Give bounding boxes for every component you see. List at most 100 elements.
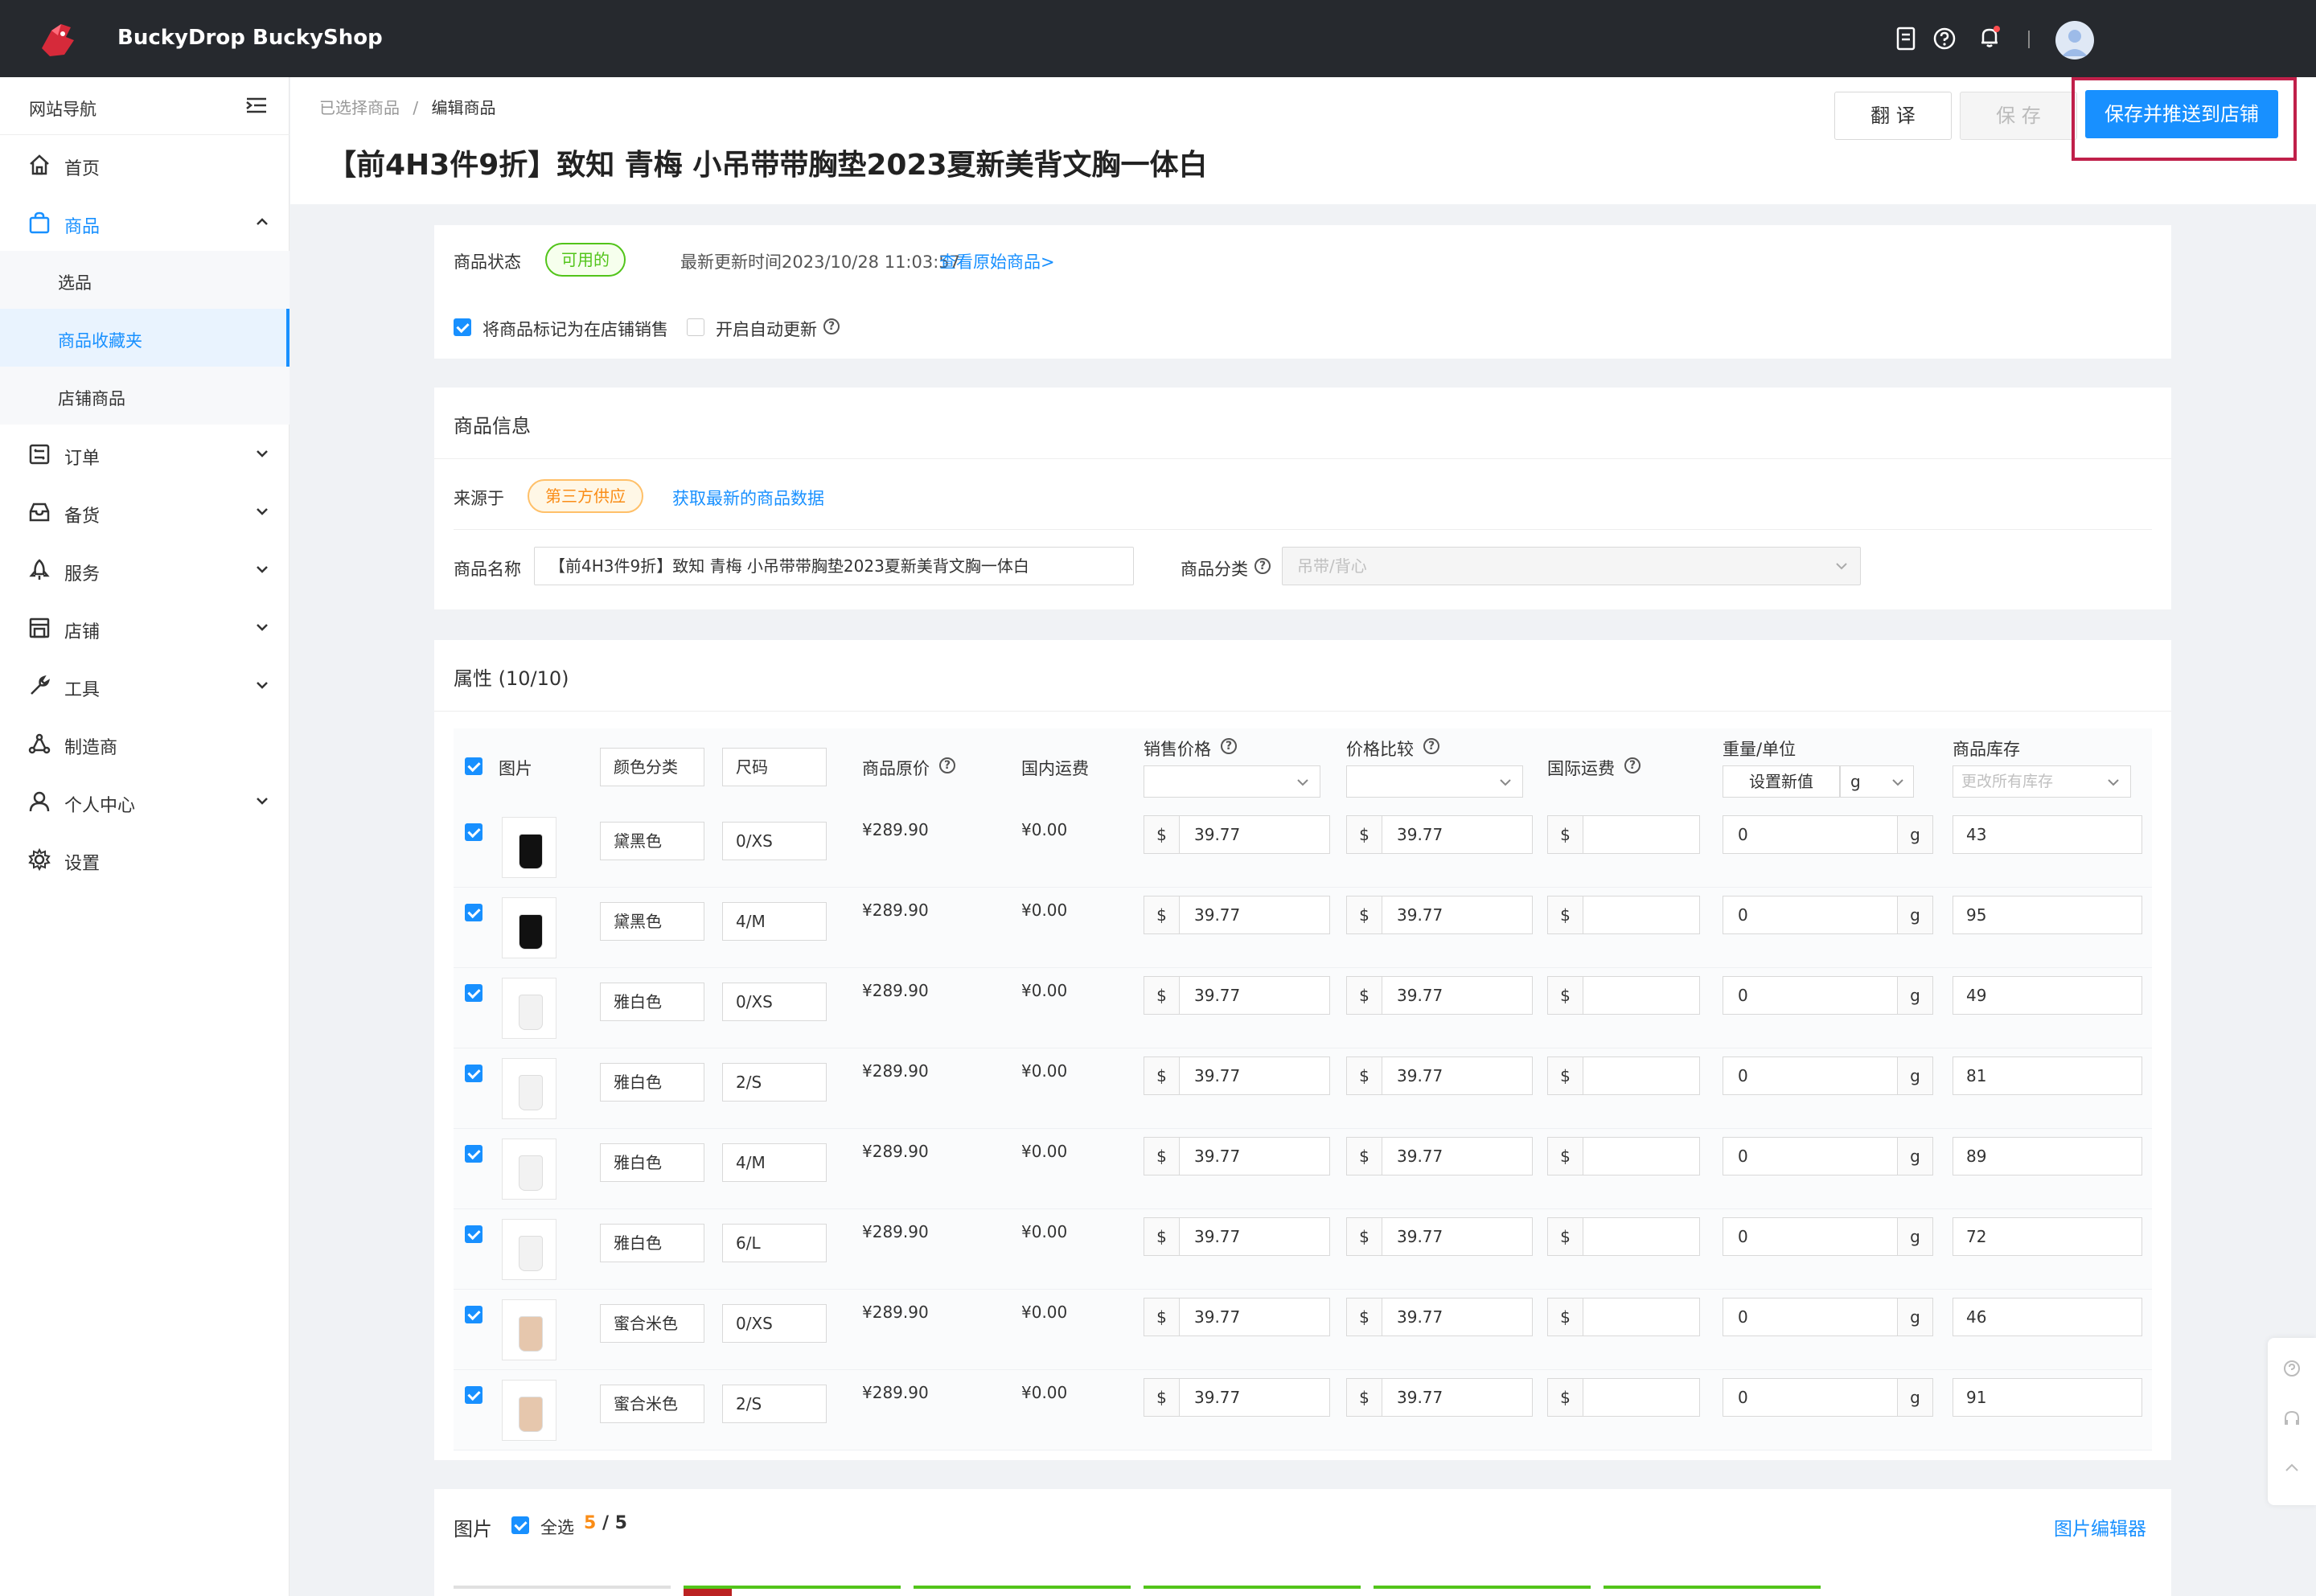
buckydrop-logo-icon[interactable] (34, 16, 82, 64)
row-checkbox[interactable] (465, 984, 482, 1002)
sale-price-input[interactable]: $39.77 (1144, 976, 1330, 1015)
save-button[interactable]: 保 存 (1960, 92, 2077, 140)
document-icon[interactable] (1891, 24, 1920, 53)
variant-thumbnail[interactable] (502, 817, 556, 878)
nav-buckydrop[interactable]: BuckyDrop (117, 26, 245, 50)
row-checkbox[interactable] (465, 1065, 482, 1082)
col-size-input[interactable]: 尺码 (722, 748, 827, 786)
sidebar-item-service[interactable]: 服务 (0, 540, 290, 598)
weight-input[interactable]: 0g (1723, 1217, 1933, 1256)
compare-price-bulk-select[interactable] (1346, 765, 1523, 798)
image-tile[interactable] (684, 1586, 901, 1596)
sale-price-input[interactable]: $39.77 (1144, 1378, 1330, 1417)
sidebar-item-manufacturer[interactable]: 制造商 (0, 714, 290, 772)
stock-input[interactable]: 81 (1953, 1056, 2142, 1095)
compare-price-input[interactable]: $39.77 (1346, 1298, 1533, 1336)
color-input[interactable]: 黛黑色 (600, 902, 704, 941)
help-circle-icon[interactable]: ? (1423, 738, 1439, 754)
compare-price-input[interactable]: $39.77 (1346, 815, 1533, 854)
color-input[interactable]: 蜜合米色 (600, 1304, 704, 1343)
weight-input[interactable]: 0g (1723, 1137, 1933, 1175)
compare-price-input[interactable]: $39.77 (1346, 1217, 1533, 1256)
image-tile[interactable] (1144, 1586, 1361, 1596)
col-color-input[interactable]: 颜色分类 (600, 748, 704, 786)
size-input[interactable]: 2/S (722, 1385, 827, 1423)
sidebar-item-products[interactable]: 商品 (0, 193, 290, 251)
headset-icon[interactable] (2282, 1409, 2302, 1428)
color-input[interactable]: 蜜合米色 (600, 1385, 704, 1423)
size-input[interactable]: 4/M (722, 902, 827, 941)
weight-input[interactable]: 0g (1723, 1298, 1933, 1336)
variant-thumbnail[interactable] (502, 897, 556, 958)
image-tile[interactable] (914, 1586, 1131, 1596)
weight-input[interactable]: 0g (1723, 1378, 1933, 1417)
variant-thumbnail[interactable] (502, 1139, 556, 1200)
weight-input[interactable]: 0g (1723, 815, 1933, 854)
weight-input[interactable]: 0g (1723, 976, 1933, 1015)
row-checkbox[interactable] (465, 1145, 482, 1163)
sidebar-item-store[interactable]: 店铺 (0, 598, 290, 656)
sidebar-item-tools[interactable]: 工具 (0, 656, 290, 714)
sidebar-item-stock[interactable]: 备货 (0, 482, 290, 540)
color-input[interactable]: 雅白色 (600, 1143, 704, 1182)
category-select[interactable]: 吊带/背心 (1282, 547, 1861, 585)
stock-input[interactable]: 72 (1953, 1217, 2142, 1256)
sale-price-input[interactable]: $39.77 (1144, 815, 1330, 854)
sidebar-subitem-favorites[interactable]: 商品收藏夹 (0, 309, 290, 367)
variant-thumbnail[interactable] (502, 1058, 556, 1119)
intl-shipping-input[interactable]: $ (1547, 896, 1700, 934)
row-checkbox[interactable] (465, 1225, 482, 1243)
weight-input[interactable]: 0g (1723, 1056, 1933, 1095)
stock-input[interactable]: 95 (1953, 896, 2142, 934)
product-name-input[interactable]: 【前4H3件9折】致知 青梅 小吊带带胸垫2023夏新美背文胸一体白 (534, 547, 1134, 585)
sale-price-input[interactable]: $39.77 (1144, 1298, 1330, 1336)
weight-unit-select[interactable]: g (1840, 765, 1914, 798)
row-checkbox[interactable] (465, 1386, 482, 1404)
size-input[interactable]: 4/M (722, 1143, 827, 1182)
help-circle-icon[interactable]: ? (939, 757, 955, 773)
sale-price-input[interactable]: $39.77 (1144, 896, 1330, 934)
variant-thumbnail[interactable] (502, 1380, 556, 1441)
variant-thumbnail[interactable] (502, 978, 556, 1039)
intl-shipping-input[interactable]: $ (1547, 1056, 1700, 1095)
sale-price-input[interactable]: $39.77 (1144, 1137, 1330, 1175)
row-checkbox[interactable] (465, 1306, 482, 1323)
help-circle-icon[interactable]: ? (1624, 757, 1640, 773)
image-tile[interactable] (1374, 1586, 1591, 1596)
compare-price-input[interactable]: $39.77 (1346, 1056, 1533, 1095)
bell-icon[interactable] (1975, 23, 2004, 51)
sidebar-item-personal[interactable]: 个人中心 (0, 772, 290, 830)
size-input[interactable]: 2/S (722, 1063, 827, 1102)
avatar[interactable] (2055, 21, 2094, 59)
intl-shipping-input[interactable]: $ (1547, 1217, 1700, 1256)
stock-input[interactable]: 91 (1953, 1378, 2142, 1417)
intl-shipping-input[interactable]: $ (1547, 815, 1700, 854)
auto-update-checkbox[interactable] (687, 318, 704, 336)
select-all-images-checkbox[interactable] (511, 1516, 529, 1534)
help-circle-icon[interactable]: ? (1254, 558, 1271, 574)
help-circle-icon[interactable]: ? (823, 318, 840, 334)
help-icon[interactable] (1930, 24, 1959, 53)
size-input[interactable]: 6/L (722, 1224, 827, 1262)
compare-price-input[interactable]: $39.77 (1346, 896, 1533, 934)
compare-price-input[interactable]: $39.77 (1346, 1137, 1533, 1175)
stock-input[interactable]: 49 (1953, 976, 2142, 1015)
intl-shipping-input[interactable]: $ (1547, 1378, 1700, 1417)
fetch-latest-link[interactable]: 获取最新的商品数据 (672, 486, 824, 510)
stock-bulk-select[interactable]: 更改所有库存 (1953, 765, 2131, 798)
compare-price-input[interactable]: $39.77 (1346, 1378, 1533, 1417)
row-checkbox[interactable] (465, 823, 482, 841)
weight-set-new-input[interactable]: 设置新值 (1723, 765, 1840, 798)
sale-price-input[interactable]: $39.77 (1144, 1217, 1330, 1256)
weight-input[interactable]: 0g (1723, 896, 1933, 934)
chevron-up-icon[interactable] (2282, 1459, 2302, 1478)
help-circle-icon[interactable]: ? (1221, 738, 1237, 754)
size-input[interactable]: 0/XS (722, 983, 827, 1021)
compare-price-input[interactable]: $39.77 (1346, 976, 1533, 1015)
breadcrumb-link[interactable]: 已选择商品 (319, 98, 400, 117)
sidebar-item-home[interactable]: 首页 (0, 135, 290, 193)
color-input[interactable]: 雅白色 (600, 983, 704, 1021)
image-editor-link[interactable]: 图片编辑器 (2054, 1513, 2146, 1541)
intl-shipping-input[interactable]: $ (1547, 976, 1700, 1015)
variant-thumbnail[interactable] (502, 1219, 556, 1280)
